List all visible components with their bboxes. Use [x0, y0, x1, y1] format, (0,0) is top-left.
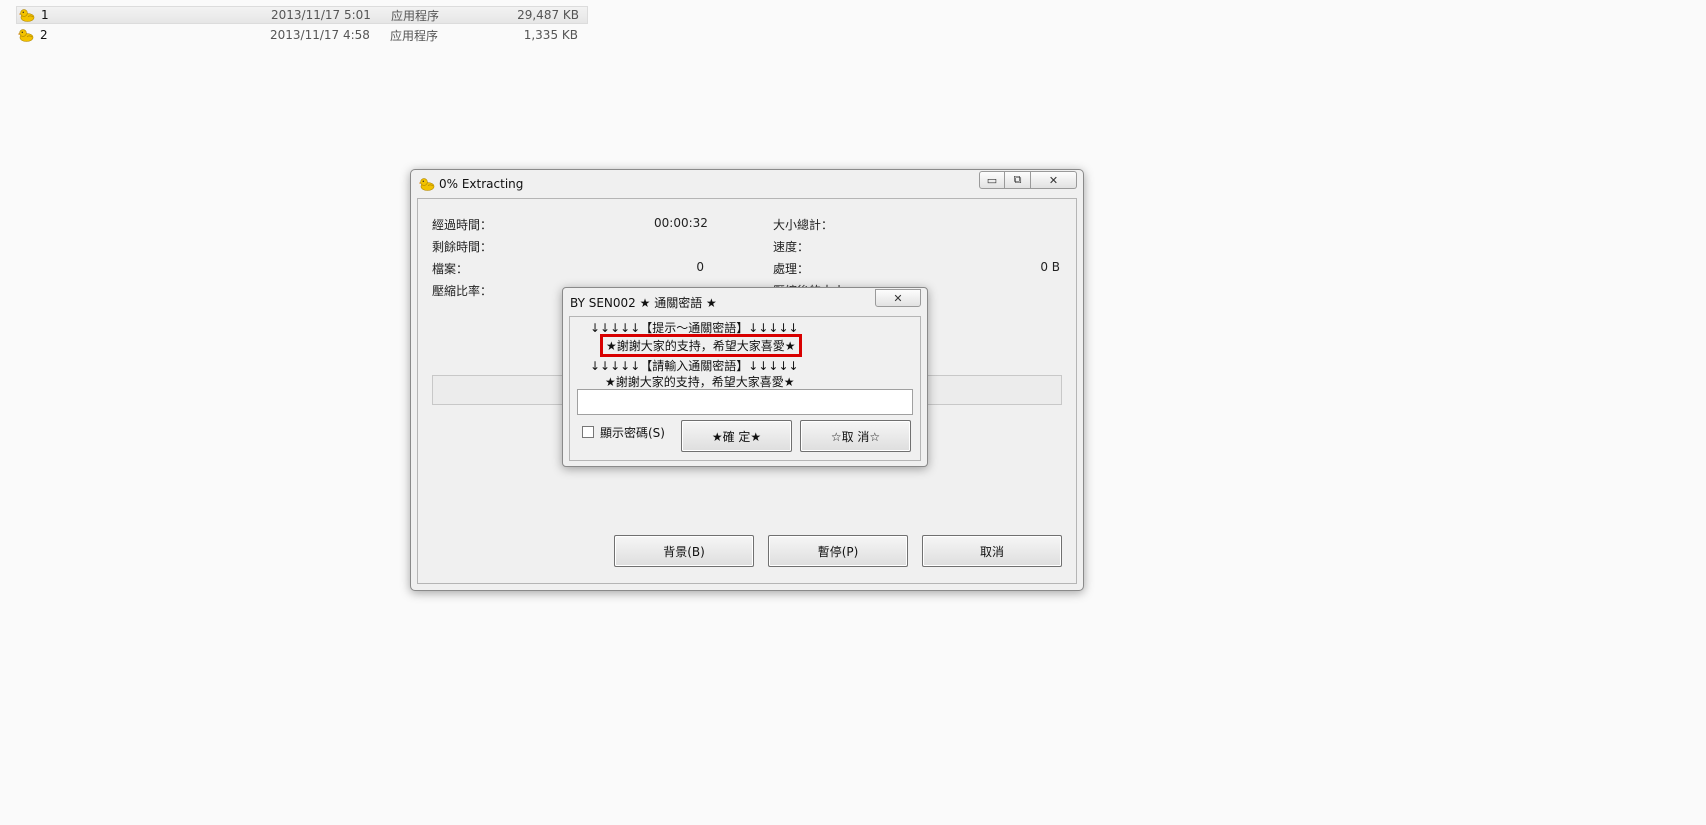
file-date: 2013/11/17 4:58	[270, 28, 370, 42]
file-size: 1,335 KB	[523, 28, 578, 42]
remaining-label: 剩餘時間：	[432, 240, 493, 254]
cancel-button[interactable]: 取消	[922, 535, 1062, 567]
file-type: 应用程序	[390, 28, 439, 43]
ok-button[interactable]: ★確 定★	[681, 420, 792, 452]
duck-app-icon	[419, 177, 435, 191]
elapsed-value: 00:00:32	[654, 216, 708, 230]
elapsed-label: 經過時間：	[432, 218, 493, 232]
restore-button[interactable]: ⧉	[1005, 171, 1031, 189]
show-password-checkbox[interactable]	[582, 426, 594, 438]
duck-app-icon	[19, 8, 35, 22]
password-dialog: BY SEN002 ★ 通關密語 ★ ✕ ↓↓↓↓↓【提示～通關密語】↓↓↓↓↓…	[562, 287, 928, 467]
dialog-title: BY SEN002 ★ 通關密語 ★	[570, 296, 717, 310]
pause-button[interactable]: 暫停(P)	[768, 535, 908, 567]
close-icon: ✕	[1048, 173, 1059, 187]
window-controls: ▭ ⧉ ✕	[979, 171, 1077, 189]
processed-label: 處理：	[773, 262, 810, 276]
prompt-header: ↓↓↓↓↓【請輸入通關密語】↓↓↓↓↓	[590, 359, 799, 373]
ratio-label: 壓縮比率：	[432, 284, 493, 298]
file-row-1[interactable]: 1 2013/11/17 5:01 应用程序 29,487 KB	[16, 6, 588, 24]
background-button[interactable]: 背景(B)	[614, 535, 754, 567]
hint-text: ★謝謝大家的支持，希望大家喜愛★	[600, 334, 802, 357]
prompt-text: ★謝謝大家的支持，希望大家喜愛★	[605, 375, 795, 389]
dialog-close-button[interactable]: ✕	[875, 289, 921, 307]
duck-app-icon	[18, 28, 34, 42]
minimize-icon: ▭	[986, 173, 998, 187]
file-size: 29,487 KB	[517, 8, 579, 22]
file-type: 应用程序	[391, 8, 440, 23]
file-name: 1	[41, 8, 49, 22]
window-title: 0% Extracting	[439, 177, 524, 191]
speed-label: 速度：	[773, 240, 810, 254]
show-password-label[interactable]: 顯示密碼(S)	[600, 424, 665, 441]
files-value: 0	[696, 260, 704, 274]
close-icon: ✕	[893, 291, 903, 305]
file-name: 2	[40, 28, 48, 42]
dialog-cancel-button[interactable]: ☆取 消☆	[800, 420, 911, 452]
total-size-label: 大小總計：	[773, 218, 834, 232]
processed-value: 0 B	[1040, 260, 1060, 274]
dialog-body: ↓↓↓↓↓【提示～通關密語】↓↓↓↓↓ ★謝謝大家的支持，希望大家喜愛★ ↓↓↓…	[569, 316, 921, 461]
restore-icon: ⧉	[1013, 173, 1022, 186]
password-input[interactable]	[577, 389, 913, 415]
window-titlebar[interactable]: 0% Extracting ▭ ⧉ ✕	[411, 170, 1083, 198]
close-button[interactable]: ✕	[1031, 171, 1077, 189]
file-date: 2013/11/17 5:01	[271, 8, 371, 22]
files-label: 檔案：	[432, 262, 469, 276]
file-row-2[interactable]: 2 2013/11/17 4:58 应用程序 1,335 KB	[16, 26, 588, 44]
minimize-button[interactable]: ▭	[979, 171, 1005, 189]
